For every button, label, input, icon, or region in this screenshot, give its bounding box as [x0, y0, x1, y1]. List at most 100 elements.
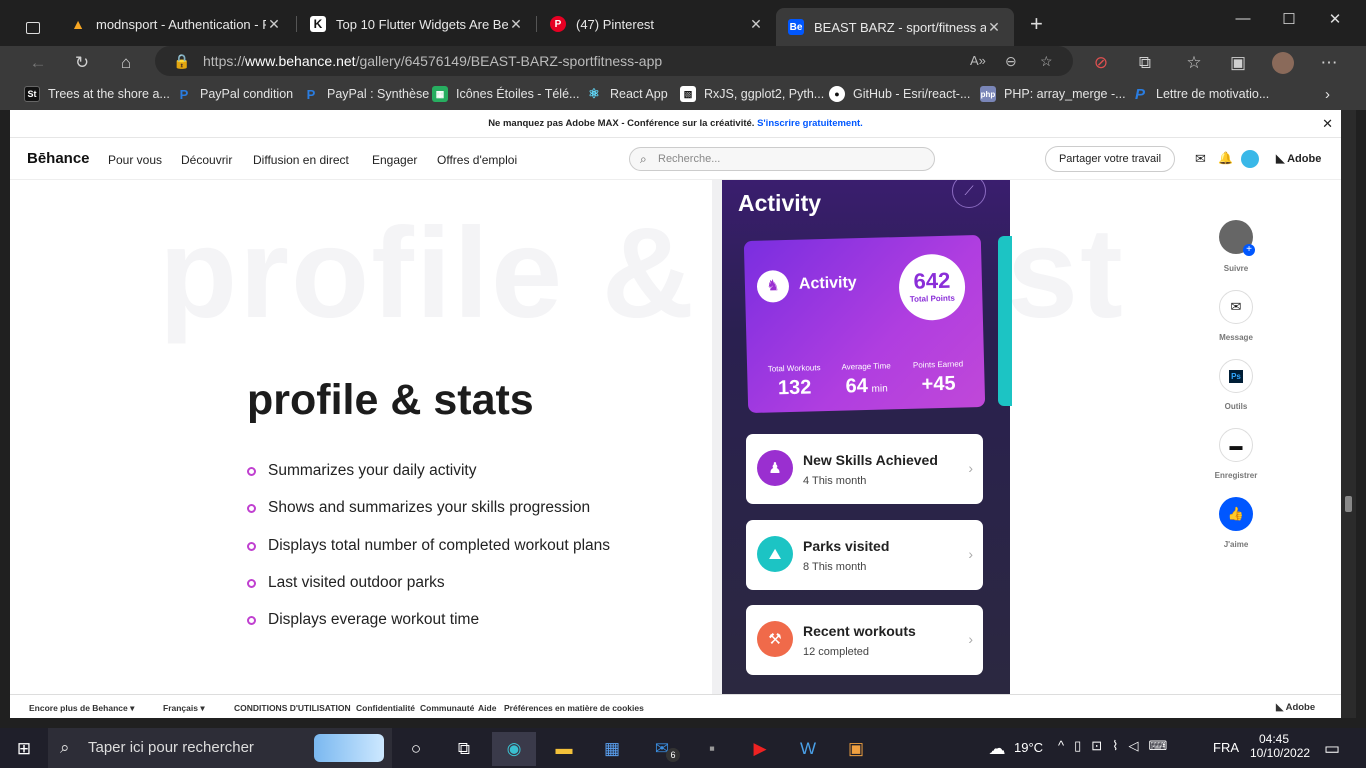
bell-icon[interactable]: 🔔	[1218, 151, 1233, 165]
refresh-button[interactable]: ↻	[71, 52, 93, 74]
read-aloud-icon[interactable]: A»	[970, 46, 986, 76]
footer-link[interactable]: Aide	[478, 703, 496, 713]
clock[interactable]: 04:45 10/10/2022	[1250, 732, 1310, 760]
share-work-button[interactable]: Partager votre travail	[1045, 146, 1175, 172]
bookmark-item[interactable]: P Lettre de motivatio...	[1132, 84, 1269, 104]
adobe-icon: ◣	[1276, 702, 1286, 713]
cortana-icon[interactable]: ○	[394, 732, 438, 766]
tab-flutter[interactable]: K Top 10 Flutter Widgets Are Best ✕	[298, 6, 536, 42]
footer-link[interactable]: CONDITIONS D'UTILISATION	[234, 703, 351, 713]
mail-icon[interactable]: ✉	[1195, 151, 1206, 167]
message-button[interactable]: ✉	[1219, 290, 1253, 324]
paypal-icon: P	[179, 86, 189, 102]
close-window-button[interactable]: ✕	[1312, 10, 1358, 28]
notification-icon[interactable]: ▭	[1314, 732, 1350, 766]
adobe-logo[interactable]: ◣ Adobe	[1276, 702, 1315, 713]
follow-button[interactable]: +	[1219, 220, 1255, 256]
dumbbell-icon: ⚒	[757, 621, 793, 657]
nav-pour-vous[interactable]: Pour vous	[108, 153, 162, 167]
close-icon[interactable]: ✕	[748, 16, 764, 33]
zoom-icon[interactable]: ⊖	[1005, 46, 1017, 76]
more-behance-dropdown[interactable]: Encore plus de Behance ▾	[29, 703, 134, 714]
footer-link[interactable]: Communauté	[420, 703, 474, 713]
bookmark-item[interactable]: ⚛ React App	[586, 84, 668, 104]
bookmark-item[interactable]: ▦ Icônes Étoiles - Télé...	[432, 84, 579, 104]
register-link[interactable]: S'inscrire gratuitement.	[757, 118, 863, 129]
tab-firebase[interactable]: ▲ modnsport - Authentication - Fir ✕	[58, 6, 294, 42]
browser-tab-bar: ▲ modnsport - Authentication - Fir ✕ K T…	[0, 0, 1366, 46]
react-icon: ⚛	[588, 86, 600, 101]
tab-actions-button[interactable]	[14, 10, 54, 46]
chevron-right-icon: ›	[968, 631, 973, 647]
chevron-right-icon: ›	[968, 460, 973, 476]
p-icon: P	[1134, 85, 1145, 103]
page-scrollbar[interactable]	[1341, 110, 1356, 718]
close-icon[interactable]: ✕	[1322, 110, 1333, 138]
menu-icon[interactable]: ⋯	[1318, 52, 1340, 74]
url-field[interactable]: 🔒 https://www.behance.net/gallery/645761…	[155, 46, 1073, 76]
behance-logo[interactable]: Bēhance	[27, 150, 90, 167]
tab-pinterest[interactable]: P (47) Pinterest ✕	[538, 6, 776, 42]
mail-icon[interactable]: ✉ 6	[640, 732, 684, 766]
media-player-icon[interactable]: ▣	[834, 732, 878, 766]
nav-offres[interactable]: Offres d'emploi	[437, 153, 517, 167]
tools-button[interactable]: Ps	[1219, 359, 1253, 393]
chevron-right-icon[interactable]: ›	[1325, 84, 1330, 104]
weather-cloud-icon[interactable]: ☁	[980, 732, 1014, 766]
like-button[interactable]: 👍	[1219, 497, 1253, 531]
tab-behance[interactable]: Be BEAST BARZ - sport/fitness app d ✕	[776, 8, 1014, 46]
st-icon: St	[24, 86, 40, 102]
file-explorer-icon[interactable]: ▬	[542, 732, 586, 766]
save-button[interactable]: ▬	[1219, 428, 1253, 462]
bookmark-item[interactable]: P PayPal condition	[176, 84, 293, 104]
nav-decouvrir[interactable]: Découvrir	[181, 153, 232, 167]
favorites-icon[interactable]: ☆	[1183, 52, 1205, 74]
close-icon[interactable]: ✕	[986, 19, 1002, 36]
map-icon: ⛰	[757, 536, 793, 572]
nav-diffusion[interactable]: Diffusion en direct	[253, 153, 349, 167]
maximize-button[interactable]: ☐	[1266, 10, 1312, 28]
gymnast-icon: ♞	[756, 269, 790, 303]
scrollbar-thumb[interactable]	[1345, 496, 1352, 512]
tray-icons[interactable]: ^▯⊡⌇◁⌨	[1058, 738, 1177, 754]
taskbar-search[interactable]: ⌕ Taper ici pour rechercher	[48, 728, 392, 768]
bookmark-item[interactable]: ▧ RxJS, ggplot2, Pyth...	[680, 84, 824, 104]
collections-icon[interactable]: ▣	[1227, 52, 1249, 74]
mail-icon: ✉	[1230, 299, 1242, 314]
search-input[interactable]: Recherche...	[629, 147, 935, 171]
bookmark-item[interactable]: P PayPal : Synthèse	[303, 84, 430, 104]
add-favorite-icon[interactable]: ☆	[1040, 46, 1053, 76]
close-icon[interactable]: ✕	[266, 16, 282, 33]
youtube-icon[interactable]: ▶	[738, 732, 782, 766]
pinterest-icon: P	[550, 16, 566, 32]
project-image: profile & statist profile & stats Summar…	[149, 180, 1200, 694]
edge-icon[interactable]: ◉	[492, 732, 536, 766]
blocker-extension-icon[interactable]: ⊘	[1090, 52, 1112, 74]
adobe-logo[interactable]: ◣ Adobe	[1276, 152, 1321, 165]
windows-taskbar: ⊞ ⌕ Taper ici pour rechercher ○ ⧉ ◉ ▬ ▦ …	[0, 728, 1366, 768]
bookmark-item[interactable]: ● GitHub - Esri/react-...	[829, 84, 970, 104]
minimize-button[interactable]: —	[1220, 10, 1266, 27]
php-icon: php	[980, 86, 996, 102]
bookmark-item[interactable]: php PHP: array_merge -...	[980, 84, 1126, 104]
language-dropdown[interactable]: Français ▾	[163, 703, 205, 714]
new-tab-button[interactable]: +	[1018, 6, 1048, 42]
profile-avatar[interactable]	[1272, 52, 1294, 74]
close-icon[interactable]: ✕	[508, 16, 524, 33]
task-view-icon[interactable]: ⧉	[442, 732, 486, 766]
footer-link[interactable]: Confidentialité	[356, 703, 415, 713]
tabs-icon	[26, 22, 40, 34]
back-button[interactable]: ←	[27, 52, 49, 74]
bookmark-item[interactable]: St Trees at the shore a...	[24, 84, 170, 104]
word-icon[interactable]: W	[786, 732, 830, 766]
home-button[interactable]: ⌂	[115, 52, 137, 74]
store-icon[interactable]: ▦	[590, 732, 634, 766]
skill-icon: ♟	[757, 450, 793, 486]
footer-link[interactable]: Préférences en matière de cookies	[504, 703, 644, 713]
extensions-icon[interactable]: ⧉	[1134, 52, 1156, 74]
nav-engager[interactable]: Engager	[372, 153, 417, 167]
avatar[interactable]	[1241, 150, 1259, 168]
app-f-icon[interactable]: ▪	[690, 732, 734, 766]
windows-start-icon[interactable]: ⊞	[2, 732, 46, 766]
paypal-icon: P	[306, 86, 316, 102]
